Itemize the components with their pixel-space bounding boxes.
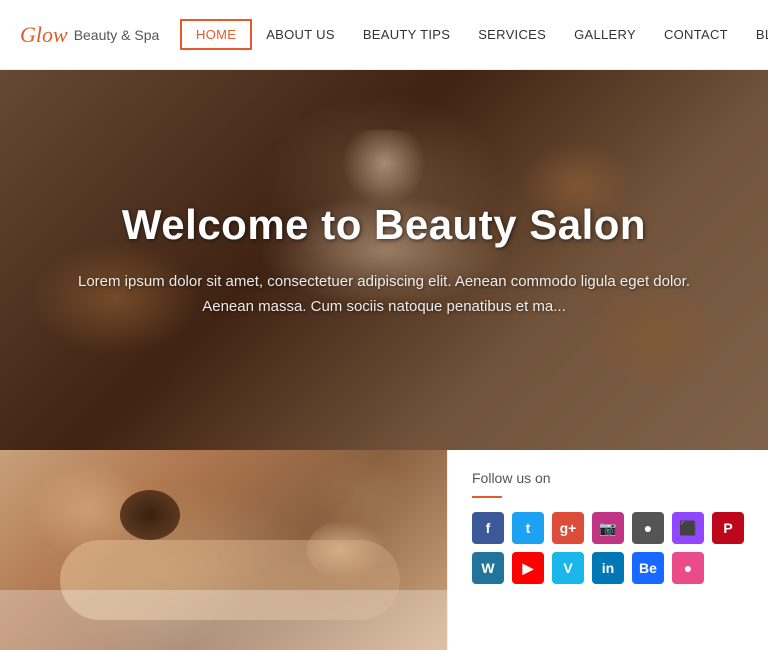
- nav-item-about-us[interactable]: ABOUT US: [252, 21, 349, 48]
- hair-bun-shape: [120, 490, 180, 540]
- nav-item-blog[interactable]: BLOG: [742, 21, 768, 48]
- massage-image: [0, 450, 447, 650]
- follow-us-panel: Follow us on ftg+📷●⬛PW▶VinBe●: [447, 450, 768, 650]
- pinterest-button[interactable]: P: [712, 512, 744, 544]
- instagram-button[interactable]: 📷: [592, 512, 624, 544]
- google-plus-button[interactable]: g+: [552, 512, 584, 544]
- below-hero-section: Follow us on ftg+📷●⬛PW▶VinBe●: [0, 450, 768, 650]
- logo-glow: Glow: [20, 22, 68, 48]
- hero-section: Welcome to Beauty Salon Lorem ipsum dolo…: [0, 70, 768, 450]
- vimeo-button[interactable]: V: [552, 552, 584, 584]
- twitch-button[interactable]: ⬛: [672, 512, 704, 544]
- social-row-0: ftg+📷●⬛P: [472, 512, 744, 544]
- logo-subtitle: Beauty & Spa: [74, 27, 160, 43]
- hero-content: Welcome to Beauty Salon Lorem ipsum dolo…: [0, 70, 768, 450]
- logo-area: Glow Beauty & Spa: [20, 22, 180, 48]
- wordpress-button[interactable]: W: [472, 552, 504, 584]
- white-fabric-shape: [0, 590, 447, 650]
- social-row-1: W▶VinBe●: [472, 552, 744, 584]
- hero-title: Welcome to Beauty Salon: [122, 201, 646, 249]
- follow-us-title: Follow us on: [472, 470, 744, 486]
- nav-item-contact[interactable]: CONTACT: [650, 21, 742, 48]
- facebook-button[interactable]: f: [472, 512, 504, 544]
- nav-item-services[interactable]: SERVICES: [464, 21, 560, 48]
- twitter-button[interactable]: t: [512, 512, 544, 544]
- youtube-button[interactable]: ▶: [512, 552, 544, 584]
- nav-item-gallery[interactable]: GALLERY: [560, 21, 650, 48]
- massage-hands-shape: [307, 520, 387, 580]
- main-nav: HOMEABOUT USBEAUTY TIPSSERVICESGALLERYCO…: [180, 19, 768, 50]
- header: Glow Beauty & Spa HOMEABOUT USBEAUTY TIP…: [0, 0, 768, 70]
- circle-button[interactable]: ●: [632, 512, 664, 544]
- nav-item-beauty-tips[interactable]: BEAUTY TIPS: [349, 21, 464, 48]
- dribbble-button[interactable]: ●: [672, 552, 704, 584]
- behance-button[interactable]: Be: [632, 552, 664, 584]
- nav-item-home[interactable]: HOME: [180, 19, 252, 50]
- social-grid: ftg+📷●⬛PW▶VinBe●: [472, 512, 744, 584]
- hero-description: Lorem ipsum dolor sit amet, consectetuer…: [64, 269, 704, 320]
- linkedin-button[interactable]: in: [592, 552, 624, 584]
- follow-us-underline: [472, 496, 502, 498]
